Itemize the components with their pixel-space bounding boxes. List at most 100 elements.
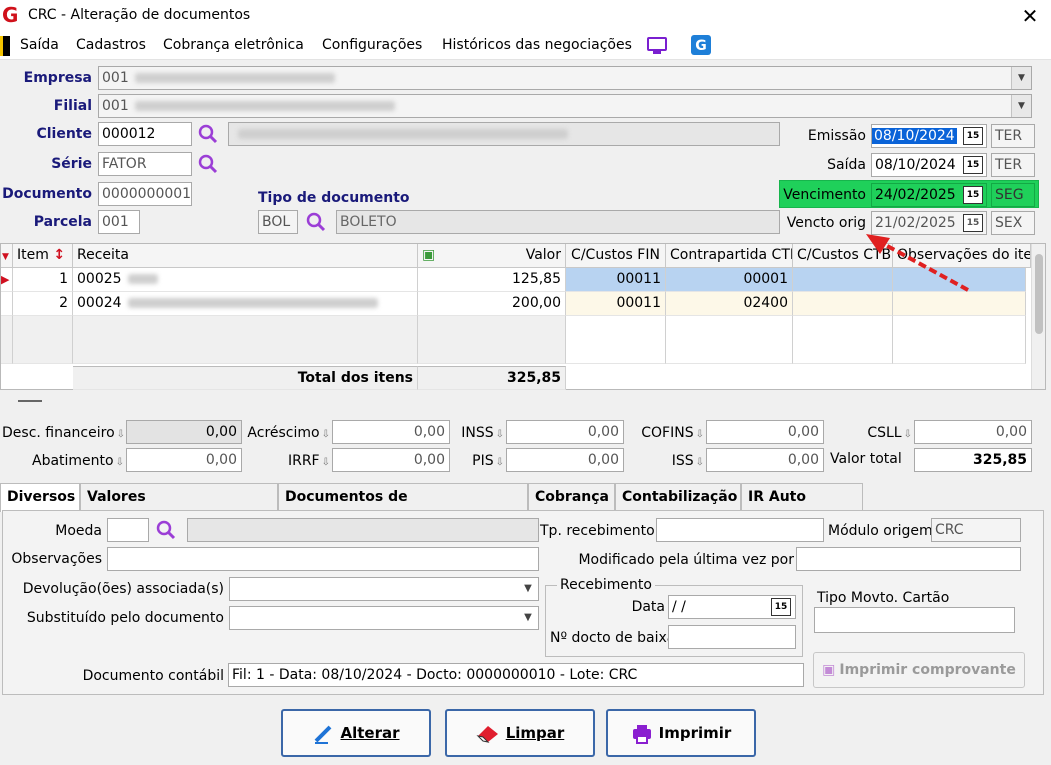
- grid-scrollbar[interactable]: [1031, 244, 1045, 389]
- saida-field[interactable]: 08/10/2024 15: [871, 153, 987, 177]
- total-items-label: Total dos itens: [73, 366, 418, 390]
- monitor-icon[interactable]: [646, 36, 668, 56]
- chevron-down-icon[interactable]: ▼: [518, 607, 538, 629]
- empty-cell: [566, 316, 666, 364]
- moeda-field[interactable]: [107, 518, 149, 542]
- tipo-documento-desc: BOLETO: [336, 210, 780, 234]
- chevron-down-icon[interactable]: ▼: [1011, 67, 1031, 89]
- exit-icon[interactable]: [0, 36, 10, 56]
- cliente-field[interactable]: 000012: [98, 122, 192, 146]
- table-cell[interactable]: 200,00: [418, 292, 566, 316]
- substituido-select[interactable]: ▼: [229, 606, 539, 630]
- title-bar: G CRC - Alteração de documentos ✕: [0, 0, 1051, 32]
- chevron-down-icon[interactable]: ▼: [1011, 95, 1031, 117]
- sort-marker-icon: ▼: [1, 244, 13, 268]
- desc-financeiro-field: 0,00: [126, 420, 242, 444]
- parcela-label: Parcela: [33, 214, 92, 230]
- scroll-thumb[interactable]: [1035, 254, 1043, 334]
- documento-label: Documento: [2, 186, 92, 202]
- menu-historicos[interactable]: Históricos das negociações: [442, 37, 632, 53]
- abatimento-field[interactable]: 0,00: [126, 448, 242, 472]
- calendar-icon[interactable]: 15: [963, 156, 983, 174]
- serie-label: Série: [51, 156, 92, 172]
- tipo-movto-cartao-field[interactable]: [814, 607, 1015, 633]
- menu-cadastros[interactable]: Cadastros: [76, 37, 146, 53]
- menu-saida[interactable]: Saída: [20, 37, 59, 53]
- csll-field[interactable]: 0,00: [914, 420, 1032, 444]
- alterar-button[interactable]: Alterar: [281, 709, 431, 757]
- calendar-icon[interactable]: 15: [771, 598, 791, 616]
- tab-cobranca[interactable]: Cobrança: [528, 483, 615, 510]
- tab-valores-complementares[interactable]: Valores complementares: [80, 483, 278, 531]
- empty-cell: [893, 316, 1026, 364]
- col-header-contrapartida[interactable]: Contrapartida CTB: [666, 244, 793, 268]
- search-icon[interactable]: [198, 124, 218, 144]
- chevron-down-icon[interactable]: ▼: [518, 578, 538, 600]
- tab-diversos[interactable]: Diversos: [0, 483, 80, 512]
- pis-field[interactable]: 0,00: [506, 448, 624, 472]
- observacoes-field[interactable]: [107, 547, 539, 571]
- tp-recebimento-field[interactable]: [656, 518, 824, 542]
- limpar-button[interactable]: Limpar: [445, 709, 595, 757]
- documento-contabil-field: Fil: 1 - Data: 08/10/2024 - Docto: 00000…: [228, 663, 804, 687]
- acrescimo-field[interactable]: 0,00: [332, 420, 450, 444]
- irrf-field[interactable]: 0,00: [332, 448, 450, 472]
- app-g-icon[interactable]: G: [691, 35, 711, 55]
- tipo-documento-code[interactable]: BOL: [258, 210, 298, 234]
- data-field[interactable]: / / 15: [668, 595, 796, 619]
- vencimento-field[interactable]: 24/02/2025 15: [871, 183, 987, 207]
- ndocto-baixa-field[interactable]: [668, 625, 796, 649]
- iss-field[interactable]: 0,00: [706, 448, 824, 472]
- col-header-valor[interactable]: ▣ Valor: [418, 244, 566, 268]
- filial-field[interactable]: 001 ▼: [98, 94, 1032, 118]
- splitter-handle[interactable]: [18, 400, 42, 402]
- search-icon[interactable]: [306, 212, 326, 232]
- col-header-receita[interactable]: Receita: [73, 244, 418, 268]
- table-cell[interactable]: 00011: [566, 292, 666, 316]
- menu-bar: Saída Cadastros Cobrança eletrônica Conf…: [0, 32, 1051, 60]
- table-cell[interactable]: 00025: [73, 268, 418, 292]
- abatimento-label: Abatimento ⇩: [32, 453, 124, 469]
- table-cell[interactable]: 00001: [666, 268, 793, 292]
- tipo-movto-cartao-label: Tipo Movto. Cartão: [817, 590, 950, 606]
- substituido-label: Substituído pelo documento: [26, 610, 224, 626]
- row-marker: [1, 316, 13, 364]
- cofins-field[interactable]: 0,00: [706, 420, 824, 444]
- menu-cobranca-eletronica[interactable]: Cobrança eletrônica: [163, 37, 304, 53]
- search-icon[interactable]: [198, 154, 218, 174]
- table-cell[interactable]: 02400: [666, 292, 793, 316]
- inss-label: INSS ⇩: [461, 425, 504, 441]
- search-icon[interactable]: [156, 520, 176, 540]
- menu-configuracoes[interactable]: Configurações: [322, 37, 422, 53]
- tab-contabilizacao[interactable]: Contabilização: [615, 483, 741, 510]
- cliente-label: Cliente: [36, 126, 92, 142]
- devolucao-select[interactable]: ▼: [229, 577, 539, 601]
- inss-field[interactable]: 0,00: [506, 420, 624, 444]
- serie-field[interactable]: FATOR: [98, 152, 192, 176]
- imprimir-comprovante-button[interactable]: ▣ Imprimir comprovante: [813, 652, 1025, 688]
- ndocto-baixa-label: Nº docto de baixa: [550, 630, 676, 646]
- calendar-icon[interactable]: 15: [963, 127, 983, 145]
- close-icon[interactable]: ✕: [1018, 4, 1042, 28]
- table-cell[interactable]: 1: [13, 268, 73, 292]
- tab-documentos-adiantamento[interactable]: Documentos de adiantamento: [278, 483, 528, 531]
- parcela-field[interactable]: 001: [98, 210, 140, 234]
- table-cell[interactable]: 125,85: [418, 268, 566, 292]
- moeda-desc-field: [187, 518, 539, 542]
- calendar-icon[interactable]: 15: [963, 186, 983, 204]
- saida-label: Saída: [827, 157, 866, 173]
- table-cell[interactable]: 2: [13, 292, 73, 316]
- col-header-ccfin[interactable]: C/Custos FIN: [566, 244, 666, 268]
- col-header-item[interactable]: Item ↕: [13, 244, 73, 268]
- vencimento-label: Vencimento: [783, 187, 866, 203]
- table-cell[interactable]: 00024: [73, 292, 418, 316]
- emissao-field[interactable]: 08/10/2024 15: [871, 124, 987, 148]
- vencimento-day: SEG: [991, 183, 1035, 207]
- table-cell[interactable]: 00011: [566, 268, 666, 292]
- empresa-field[interactable]: 001 ▼: [98, 66, 1032, 90]
- tab-ir-auto-retido[interactable]: IR Auto retido: [741, 483, 863, 531]
- moeda-label: Moeda: [55, 523, 102, 539]
- cliente-name-field: [228, 122, 780, 146]
- documento-field[interactable]: 0000000001: [98, 182, 192, 206]
- imprimir-fatura-button[interactable]: Imprimir fatura: [606, 709, 756, 757]
